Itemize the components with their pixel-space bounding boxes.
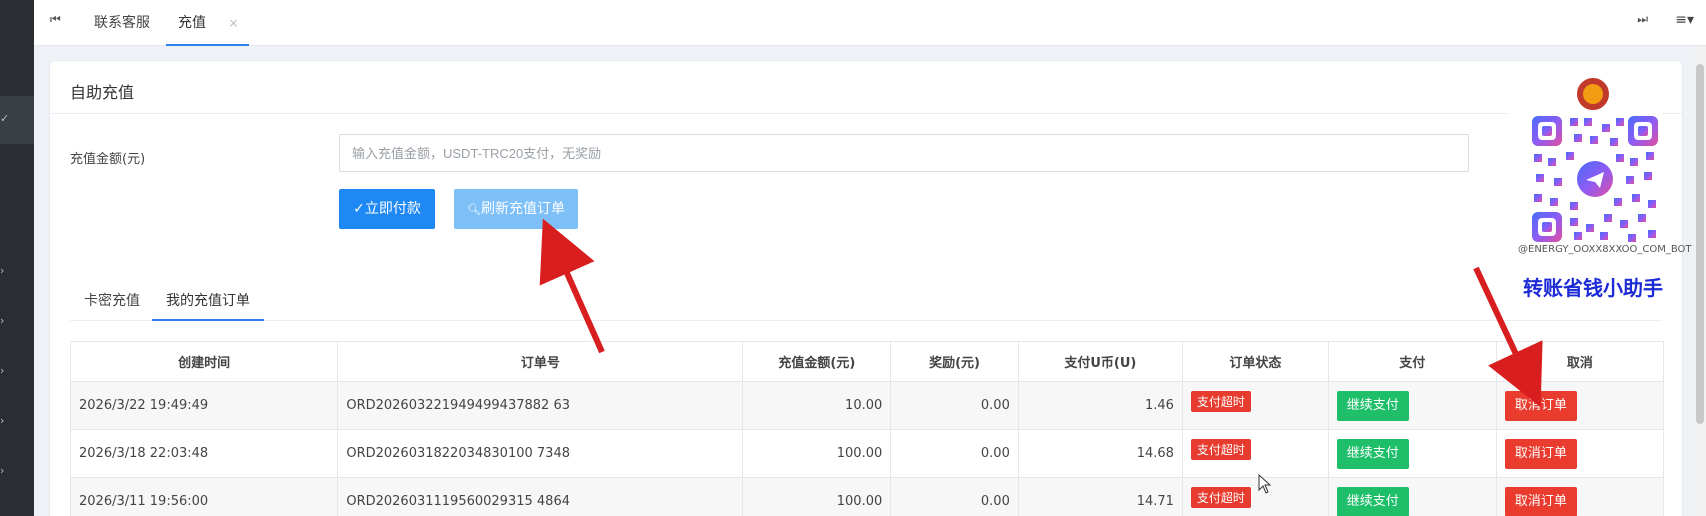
refresh-orders-button[interactable]: 🔍︎刷新充值订单 <box>454 189 578 229</box>
amount-input[interactable] <box>339 134 1469 172</box>
chevron-right-icon[interactable]: › <box>0 264 10 278</box>
pay-cell: 继续支付 <box>1327 381 1497 430</box>
column-header: 充值金额(元) <box>742 341 892 382</box>
chevron-right-icon[interactable]: › <box>0 314 10 328</box>
created-time: 2026/3/18 22:03:48 <box>69 429 339 478</box>
amount-label: 充值金额(元) <box>70 152 146 167</box>
mouse-cursor-icon <box>1258 474 1272 494</box>
chevron-icon[interactable]: ✓ <box>0 112 10 126</box>
tab-recharge[interactable]: 充值 × <box>166 0 249 46</box>
column-header: 支付U币(U) <box>1017 341 1183 382</box>
qr-code-icon <box>1532 116 1658 242</box>
bot-avatar <box>1575 76 1611 112</box>
bonus-amount: 0.00 <box>890 429 1019 478</box>
divider <box>50 113 1682 114</box>
recharge-card: 自助充值 充值金额(元) ✓立即付款 🔍︎刷新充值订单 卡密充值 我的充值订单 … <box>49 60 1683 516</box>
chevron-right-icon[interactable]: › <box>0 414 10 428</box>
table-row: 2026/3/18 22:03:48 ORD202603182203483010… <box>69 429 1665 478</box>
order-status-cell: 支付超时 <box>1181 381 1329 430</box>
cancel-cell: 取消订单 <box>1495 477 1665 516</box>
order-number: ORD2026031119560029315 4864 <box>337 477 744 516</box>
cancel-order-button[interactable]: 取消订单 <box>1504 390 1577 421</box>
skip-last-icon[interactable]: ⏭ <box>1637 12 1648 27</box>
order-status-cell: 支付超时 <box>1181 429 1329 478</box>
recharge-amount: 100.00 <box>742 477 892 516</box>
bonus-amount: 0.00 <box>890 477 1019 516</box>
chevron-right-icon[interactable]: › <box>0 364 10 378</box>
recharge-amount: 100.00 <box>742 429 892 478</box>
order-number: ORD2026031822034830100 7348 <box>337 429 744 478</box>
usdt-amount: 1.46 <box>1017 381 1183 430</box>
table-row: 2026/3/11 19:56:00 ORD202603111956002931… <box>69 477 1665 516</box>
status-badge: 支付超时 <box>1190 487 1251 508</box>
usdt-amount: 14.68 <box>1017 429 1183 478</box>
column-header: 取消 <box>1495 341 1665 382</box>
cancel-order-button[interactable]: 取消订单 <box>1504 438 1577 469</box>
order-number: ORD202603221949499437882 63 <box>337 381 744 430</box>
cancel-cell: 取消订单 <box>1495 429 1665 478</box>
table-row: 2026/3/22 19:49:49 ORD202603221949499437… <box>69 381 1665 430</box>
promo-caption: 转账省钱小助手 <box>1523 276 1663 300</box>
continue-pay-button[interactable]: 继续支付 <box>1336 390 1409 421</box>
status-badge: 支付超时 <box>1190 391 1251 412</box>
column-header: 订单号 <box>337 341 744 382</box>
order-status-cell: 支付超时 <box>1181 477 1329 516</box>
column-header: 创建时间 <box>69 341 339 382</box>
scrollbar-thumb[interactable] <box>1696 64 1704 424</box>
column-header: 奖励(元) <box>890 341 1019 382</box>
usdt-amount: 14.71 <box>1017 477 1183 516</box>
close-icon[interactable]: × <box>228 16 238 30</box>
pay-button-label: 立即付款 <box>364 201 421 217</box>
bonus-amount: 0.00 <box>890 381 1019 430</box>
cancel-order-button[interactable]: 取消订单 <box>1504 486 1577 516</box>
cancel-cell: 取消订单 <box>1495 381 1665 430</box>
recharge-amount: 10.00 <box>742 381 892 430</box>
column-header: 订单状态 <box>1181 341 1329 382</box>
refresh-button-label: 刷新充值订单 <box>480 201 565 217</box>
tab-bar: ⏮ 联系客服 充值 × ⏭ ≡▾ <box>34 0 1706 46</box>
hamburger-menu-icon[interactable]: ≡▾ <box>1675 12 1694 28</box>
tab-contact-support[interactable]: 联系客服 <box>82 0 162 46</box>
pay-cell: 继续支付 <box>1327 429 1497 478</box>
created-time: 2026/3/22 19:49:49 <box>69 381 339 430</box>
status-badge: 支付超时 <box>1190 439 1251 460</box>
search-icon: 🔍︎ <box>467 203 481 216</box>
continue-pay-button[interactable]: 继续支付 <box>1336 486 1409 516</box>
chevron-right-icon[interactable]: › <box>0 464 10 478</box>
tab-card-recharge[interactable]: 卡密充值 <box>70 281 154 321</box>
tab-my-orders[interactable]: 我的充值订单 <box>152 281 264 321</box>
order-subtabs: 卡密充值 我的充值订单 <box>70 281 1662 321</box>
continue-pay-button[interactable]: 继续支付 <box>1336 438 1409 469</box>
orders-table: 创建时间 订单号 充值金额(元) 奖励(元) 支付U币(U) 订单状态 支付 取… <box>69 341 1665 516</box>
column-header: 支付 <box>1327 341 1497 382</box>
table-header-row: 创建时间 订单号 充值金额(元) 奖励(元) 支付U币(U) 订单状态 支付 取… <box>69 341 1665 382</box>
created-time: 2026/3/11 19:56:00 <box>69 477 339 516</box>
bot-handle: @ENERGY_OOXX8XXOO_COM_BOT <box>1518 244 1692 255</box>
pay-cell: 继续支付 <box>1327 477 1497 516</box>
check-circle-icon: ✓ <box>353 201 365 217</box>
skip-first-icon[interactable]: ⏮ <box>50 12 61 27</box>
page-title: 自助充值 <box>70 83 135 102</box>
tab-label: 充值 <box>178 15 206 31</box>
pay-now-button[interactable]: ✓立即付款 <box>339 189 435 229</box>
tab-label: 联系客服 <box>94 15 150 31</box>
left-sidebar: ✓ › › › › › <box>0 0 34 516</box>
